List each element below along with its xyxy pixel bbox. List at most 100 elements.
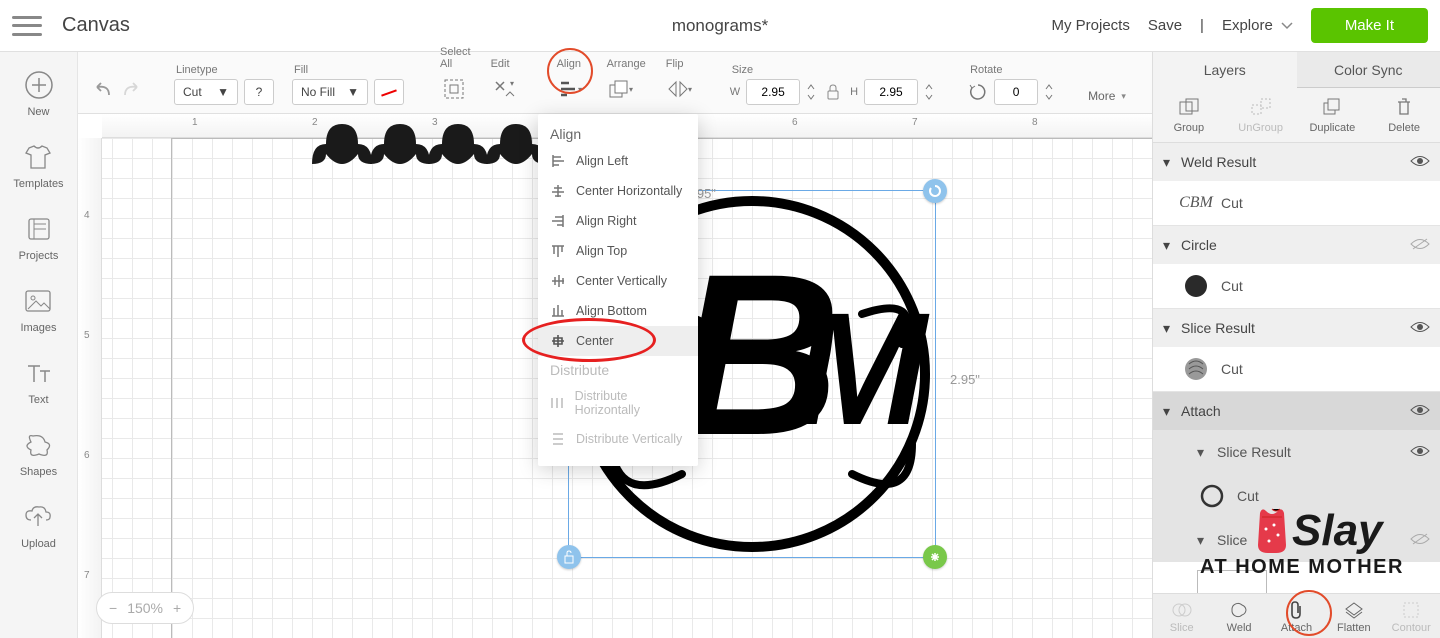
sidebar-item-upload[interactable]: Upload xyxy=(21,502,56,550)
layer-thumb xyxy=(1197,481,1227,511)
layer-circle[interactable]: ▾Circle xyxy=(1153,226,1440,264)
lock-handle[interactable] xyxy=(557,545,581,569)
slice-button[interactable]: Slice xyxy=(1157,600,1207,634)
zoom-control[interactable]: − 150% + xyxy=(96,592,194,624)
center-h-icon xyxy=(550,183,566,199)
w-label: W xyxy=(730,86,740,98)
align-bottom-icon xyxy=(550,303,566,319)
app-title: Canvas xyxy=(62,14,130,37)
explore-label: Explore xyxy=(1222,17,1273,34)
tab-layers[interactable]: Layers xyxy=(1153,52,1297,88)
chevron-down-icon[interactable]: ▾ xyxy=(1121,91,1126,102)
zoom-value: 150% xyxy=(127,600,163,616)
layer-attach[interactable]: ▾Attach xyxy=(1153,392,1440,430)
eye-icon[interactable] xyxy=(1410,444,1430,461)
delete-button[interactable]: Delete xyxy=(1375,96,1433,134)
arrange-button[interactable]: ▾ xyxy=(605,73,637,105)
undo-button[interactable] xyxy=(88,77,114,103)
scale-handle[interactable] xyxy=(923,545,947,569)
center-v-icon xyxy=(550,273,566,289)
sidebar-item-text[interactable]: Text xyxy=(24,358,54,406)
fill-dropdown[interactable]: No Fill▼ xyxy=(292,79,368,105)
group-button[interactable]: Group xyxy=(1160,96,1218,134)
layer-row[interactable]: Cut xyxy=(1153,264,1440,308)
center-item[interactable]: Center xyxy=(538,326,698,356)
eye-off-icon[interactable] xyxy=(1410,237,1430,254)
make-it-button[interactable]: Make It xyxy=(1311,8,1428,43)
align-control: Align ▾ xyxy=(555,58,587,105)
eye-off-icon[interactable] xyxy=(1410,532,1430,549)
sidebar-item-templates[interactable]: Templates xyxy=(13,142,63,190)
ruler-vertical: 4 5 6 7 xyxy=(78,138,102,638)
ungroup-button[interactable]: UnGroup xyxy=(1232,96,1290,134)
flip-button[interactable]: ▾ xyxy=(664,73,696,105)
select-all-control: Select All xyxy=(438,46,471,105)
svg-text:▾: ▾ xyxy=(510,79,514,88)
zoom-out-icon[interactable]: − xyxy=(109,600,117,616)
fill-swatch[interactable] xyxy=(374,79,404,105)
attach-button[interactable]: Attach xyxy=(1271,600,1321,634)
sidebar-item-new[interactable]: New xyxy=(24,70,54,118)
redo-button[interactable] xyxy=(120,77,146,103)
layer-row[interactable]: ▾Slice Result xyxy=(1153,430,1440,474)
zoom-in-icon[interactable]: + xyxy=(173,600,181,616)
layer-row[interactable]: Cut xyxy=(1153,347,1440,391)
weld-button[interactable]: Weld xyxy=(1214,600,1264,634)
menu-icon[interactable] xyxy=(12,16,42,36)
flatten-button[interactable]: Flatten xyxy=(1329,600,1379,634)
sidebar-item-images[interactable]: Images xyxy=(20,286,56,334)
width-input[interactable] xyxy=(746,79,800,105)
arrange-control: Arrange ▾ xyxy=(605,58,646,105)
top-bar: Canvas monograms* My Projects Save | Exp… xyxy=(0,0,1440,52)
eye-icon[interactable] xyxy=(1410,154,1430,171)
steppers-icon[interactable] xyxy=(924,82,934,102)
align-bottom-item[interactable]: Align Bottom xyxy=(538,296,698,326)
steppers-icon[interactable] xyxy=(806,82,816,102)
text-icon xyxy=(24,358,54,388)
rotate-handle[interactable] xyxy=(923,179,947,203)
align-right-item[interactable]: Align Right xyxy=(538,206,698,236)
layer-thumb xyxy=(1181,271,1211,301)
svg-text:▾: ▾ xyxy=(629,85,633,94)
lock-icon[interactable] xyxy=(826,83,840,101)
eye-icon[interactable] xyxy=(1410,320,1430,337)
arrange-label: Arrange xyxy=(605,58,646,70)
group-icon xyxy=(1178,96,1200,118)
rotate-input[interactable] xyxy=(994,79,1038,105)
layer-slice-result[interactable]: ▾Slice Result xyxy=(1153,309,1440,347)
sidebar-item-projects[interactable]: Projects xyxy=(19,214,59,262)
linetype-help[interactable]: ? xyxy=(244,79,274,105)
align-top-item[interactable]: Align Top xyxy=(538,236,698,266)
center-horizontally-item[interactable]: Center Horizontally xyxy=(538,176,698,206)
align-left-item[interactable]: Align Left xyxy=(538,146,698,176)
select-all-button[interactable] xyxy=(438,73,470,105)
sidebar-item-shapes[interactable]: Shapes xyxy=(20,430,57,478)
rp-footer: Slice Weld Attach Flatten Contour xyxy=(1153,593,1440,638)
distribute-v-icon xyxy=(550,431,566,447)
document-title[interactable]: monograms* xyxy=(672,16,768,36)
height-input[interactable] xyxy=(864,79,918,105)
tab-color-sync[interactable]: Color Sync xyxy=(1297,52,1440,88)
h-label: H xyxy=(850,86,858,98)
linetype-dropdown[interactable]: Cut▼ xyxy=(174,79,238,105)
book-icon xyxy=(24,214,54,244)
eye-icon[interactable] xyxy=(1410,403,1430,420)
layer-row[interactable]: Cut xyxy=(1153,474,1440,518)
layer-row[interactable]: ▾Slice xyxy=(1153,518,1440,562)
my-projects-link[interactable]: My Projects xyxy=(1051,17,1129,34)
ungroup-icon xyxy=(1250,96,1272,118)
sidebar-item-label: New xyxy=(27,106,49,118)
align-top-icon xyxy=(550,243,566,259)
contour-button[interactable]: Contour xyxy=(1386,600,1436,634)
layer-row[interactable]: CBMCut xyxy=(1153,181,1440,225)
save-button[interactable]: Save xyxy=(1148,17,1182,34)
explore-dropdown[interactable]: Explore xyxy=(1222,17,1293,34)
center-vertically-item[interactable]: Center Vertically xyxy=(538,266,698,296)
duplicate-button[interactable]: Duplicate xyxy=(1303,96,1361,134)
edit-button[interactable]: ▾ xyxy=(489,73,521,105)
align-button[interactable]: ▾ xyxy=(555,73,587,105)
layer-weld-result[interactable]: ▾Weld Result xyxy=(1153,143,1440,181)
rotate-icon[interactable] xyxy=(968,82,988,102)
caret-down-icon: ▾ xyxy=(1163,237,1173,254)
steppers-icon[interactable] xyxy=(1044,82,1054,102)
